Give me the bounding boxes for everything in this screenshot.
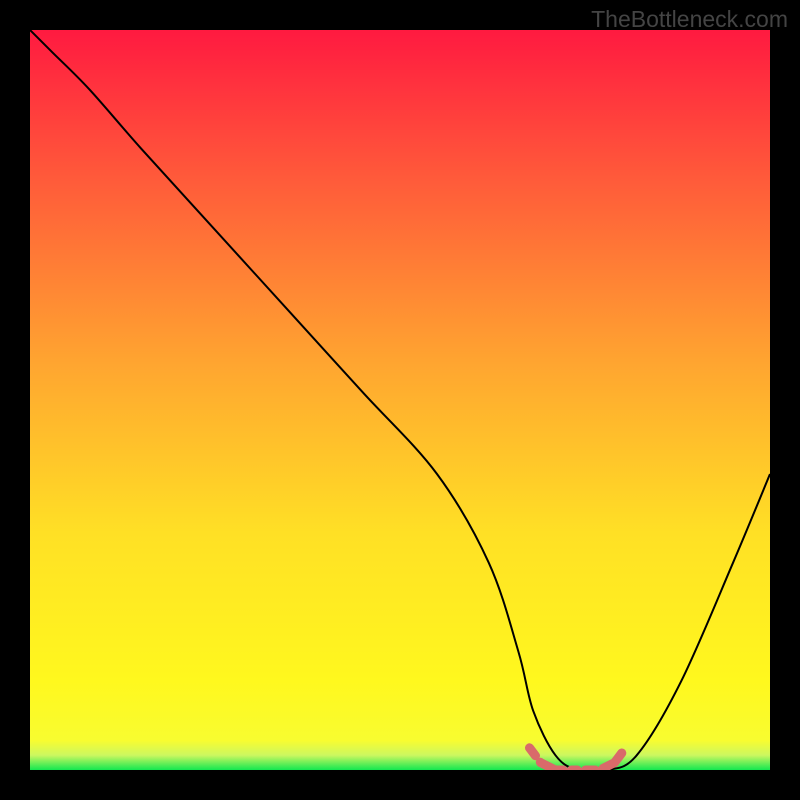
chart-container — [30, 30, 770, 770]
watermark-text: TheBottleneck.com — [591, 6, 788, 33]
gradient-background — [30, 30, 770, 770]
chart-svg — [30, 30, 770, 770]
